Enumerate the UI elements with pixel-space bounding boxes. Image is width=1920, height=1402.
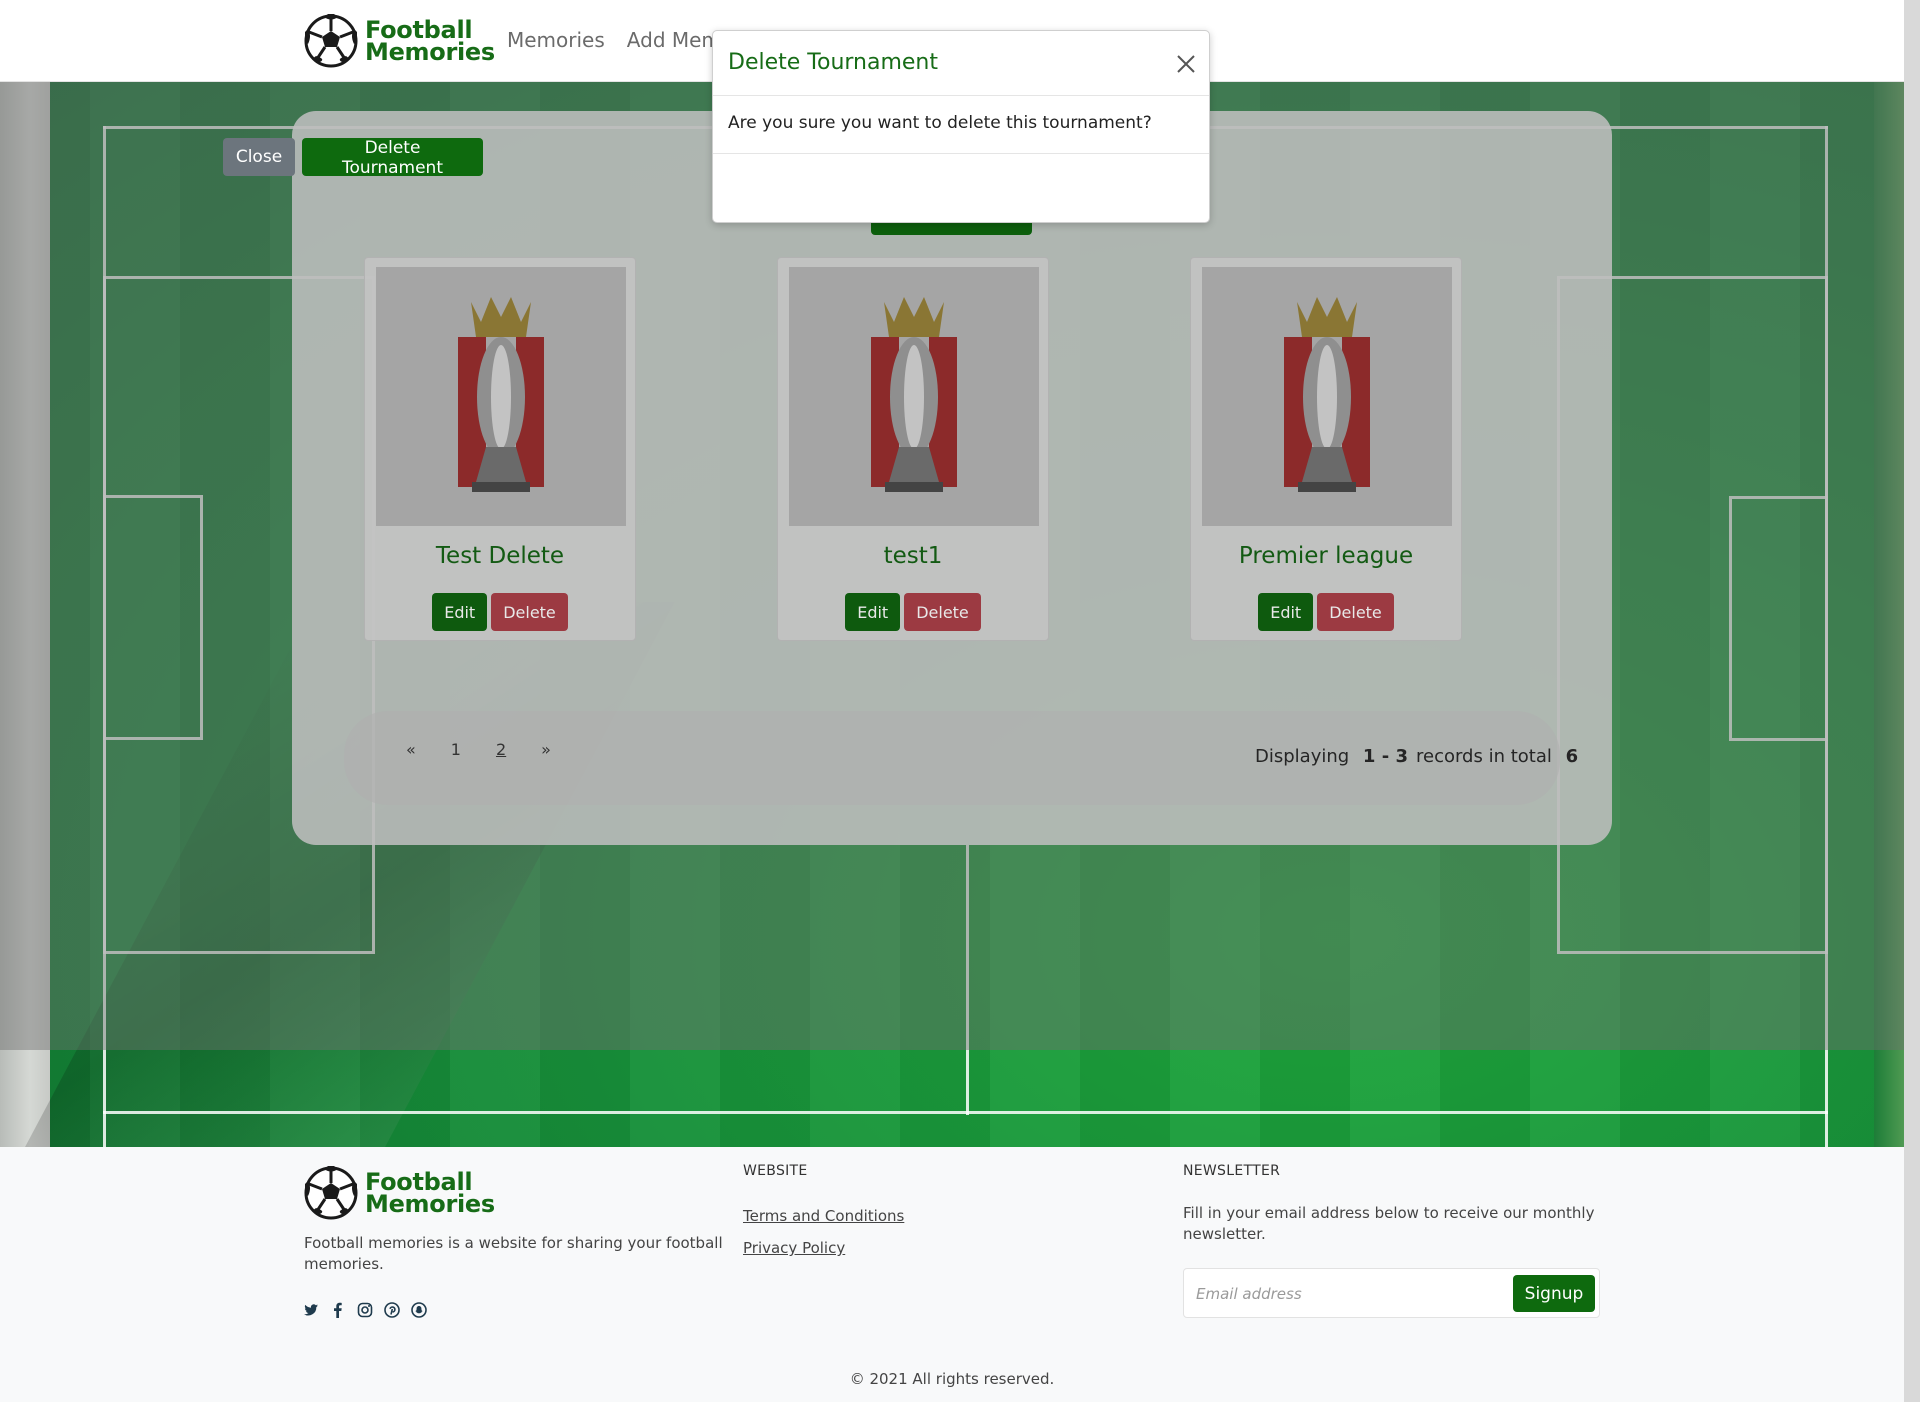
tournament-thumbnail: [376, 267, 626, 526]
soccer-ball-icon: [304, 1166, 358, 1220]
tournament-thumbnail: [1202, 267, 1452, 526]
trophy-image: [789, 267, 1039, 526]
twitter-icon[interactable]: [303, 1302, 319, 1318]
tournament-card: test1 Edit Delete: [777, 257, 1049, 641]
copyright-text: © 2021 All rights reserved.: [849, 1370, 1055, 1388]
signup-button[interactable]: Signup: [1513, 1275, 1595, 1312]
nav-add-memory-link[interactable]: Add Mem: [627, 28, 721, 52]
scrollbar-track[interactable]: [1904, 0, 1920, 1402]
brand-logo-link[interactable]: Football Memories: [304, 14, 495, 68]
newsletter-heading: NEWSLETTER: [1183, 1163, 1281, 1179]
facebook-icon[interactable]: [330, 1302, 346, 1318]
modal-title: Delete Tournament: [728, 50, 938, 75]
records-summary: Displaying 1 - 3 records in total 6: [1255, 746, 1586, 767]
trophy-image: [1202, 267, 1452, 526]
footer: [0, 1147, 1904, 1402]
edit-button[interactable]: Edit: [1258, 593, 1314, 631]
pagination: « 1 2 »: [406, 740, 551, 759]
modal-close-button[interactable]: Close: [223, 138, 295, 176]
records-range: 1 - 3: [1362, 746, 1408, 767]
footer-brand-line2: Memories: [365, 1190, 495, 1218]
tournament-title: test1: [883, 543, 943, 569]
brand-text-line2: Memories: [365, 38, 495, 66]
newsletter-form: Signup: [1183, 1268, 1600, 1318]
instagram-icon[interactable]: [357, 1302, 373, 1318]
records-prefix: Displaying: [1255, 746, 1350, 767]
edit-button[interactable]: Edit: [845, 593, 901, 631]
social-links: [303, 1302, 427, 1318]
tournament-title: Premier league: [1238, 543, 1414, 569]
delete-tournament-modal: Delete Tournament Are you sure you want …: [712, 30, 1210, 223]
records-mid: records in total: [1415, 746, 1552, 767]
tournament-title: Test Delete: [435, 543, 565, 569]
edit-button[interactable]: Edit: [432, 593, 488, 631]
soccer-ball-icon: [304, 14, 358, 68]
next-page-link[interactable]: »: [541, 740, 551, 759]
snapchat-icon[interactable]: [411, 1302, 427, 1318]
footer-description: Football memories is a website for shari…: [304, 1234, 723, 1273]
trophy-image: [376, 267, 626, 526]
records-total: 6: [1565, 746, 1579, 767]
nav-memories-link[interactable]: Memories: [507, 28, 605, 52]
newsletter-description: Fill in your email address below to rece…: [1183, 1204, 1595, 1243]
modal-footer: [713, 153, 1209, 224]
page-link-1[interactable]: 1: [451, 740, 461, 759]
modal-message: Are you sure you want to delete this tou…: [728, 113, 1152, 133]
tournament-card: Premier league Edit Delete: [1190, 257, 1462, 641]
delete-button[interactable]: Delete: [491, 593, 568, 631]
delete-button[interactable]: Delete: [1317, 593, 1394, 631]
prev-page-link[interactable]: «: [406, 740, 416, 759]
delete-button[interactable]: Delete: [904, 593, 981, 631]
modal-header: Delete Tournament: [713, 31, 1209, 96]
close-icon[interactable]: [1175, 53, 1197, 75]
tournament-thumbnail: [789, 267, 1039, 526]
email-input[interactable]: [1196, 1280, 1496, 1308]
page-link-2[interactable]: 2: [496, 740, 506, 759]
terms-link[interactable]: Terms and Conditions: [743, 1207, 904, 1225]
privacy-link[interactable]: Privacy Policy: [743, 1239, 845, 1257]
website-heading: WEBSITE: [743, 1163, 808, 1179]
footer-brand-logo[interactable]: Football Memories: [304, 1166, 495, 1220]
main-nav: Memories Add Mem: [507, 28, 721, 52]
tournament-card: Test Delete Edit Delete: [364, 257, 636, 641]
confirm-delete-button[interactable]: Delete Tournament: [302, 138, 483, 178]
pinterest-icon[interactable]: [384, 1302, 400, 1318]
